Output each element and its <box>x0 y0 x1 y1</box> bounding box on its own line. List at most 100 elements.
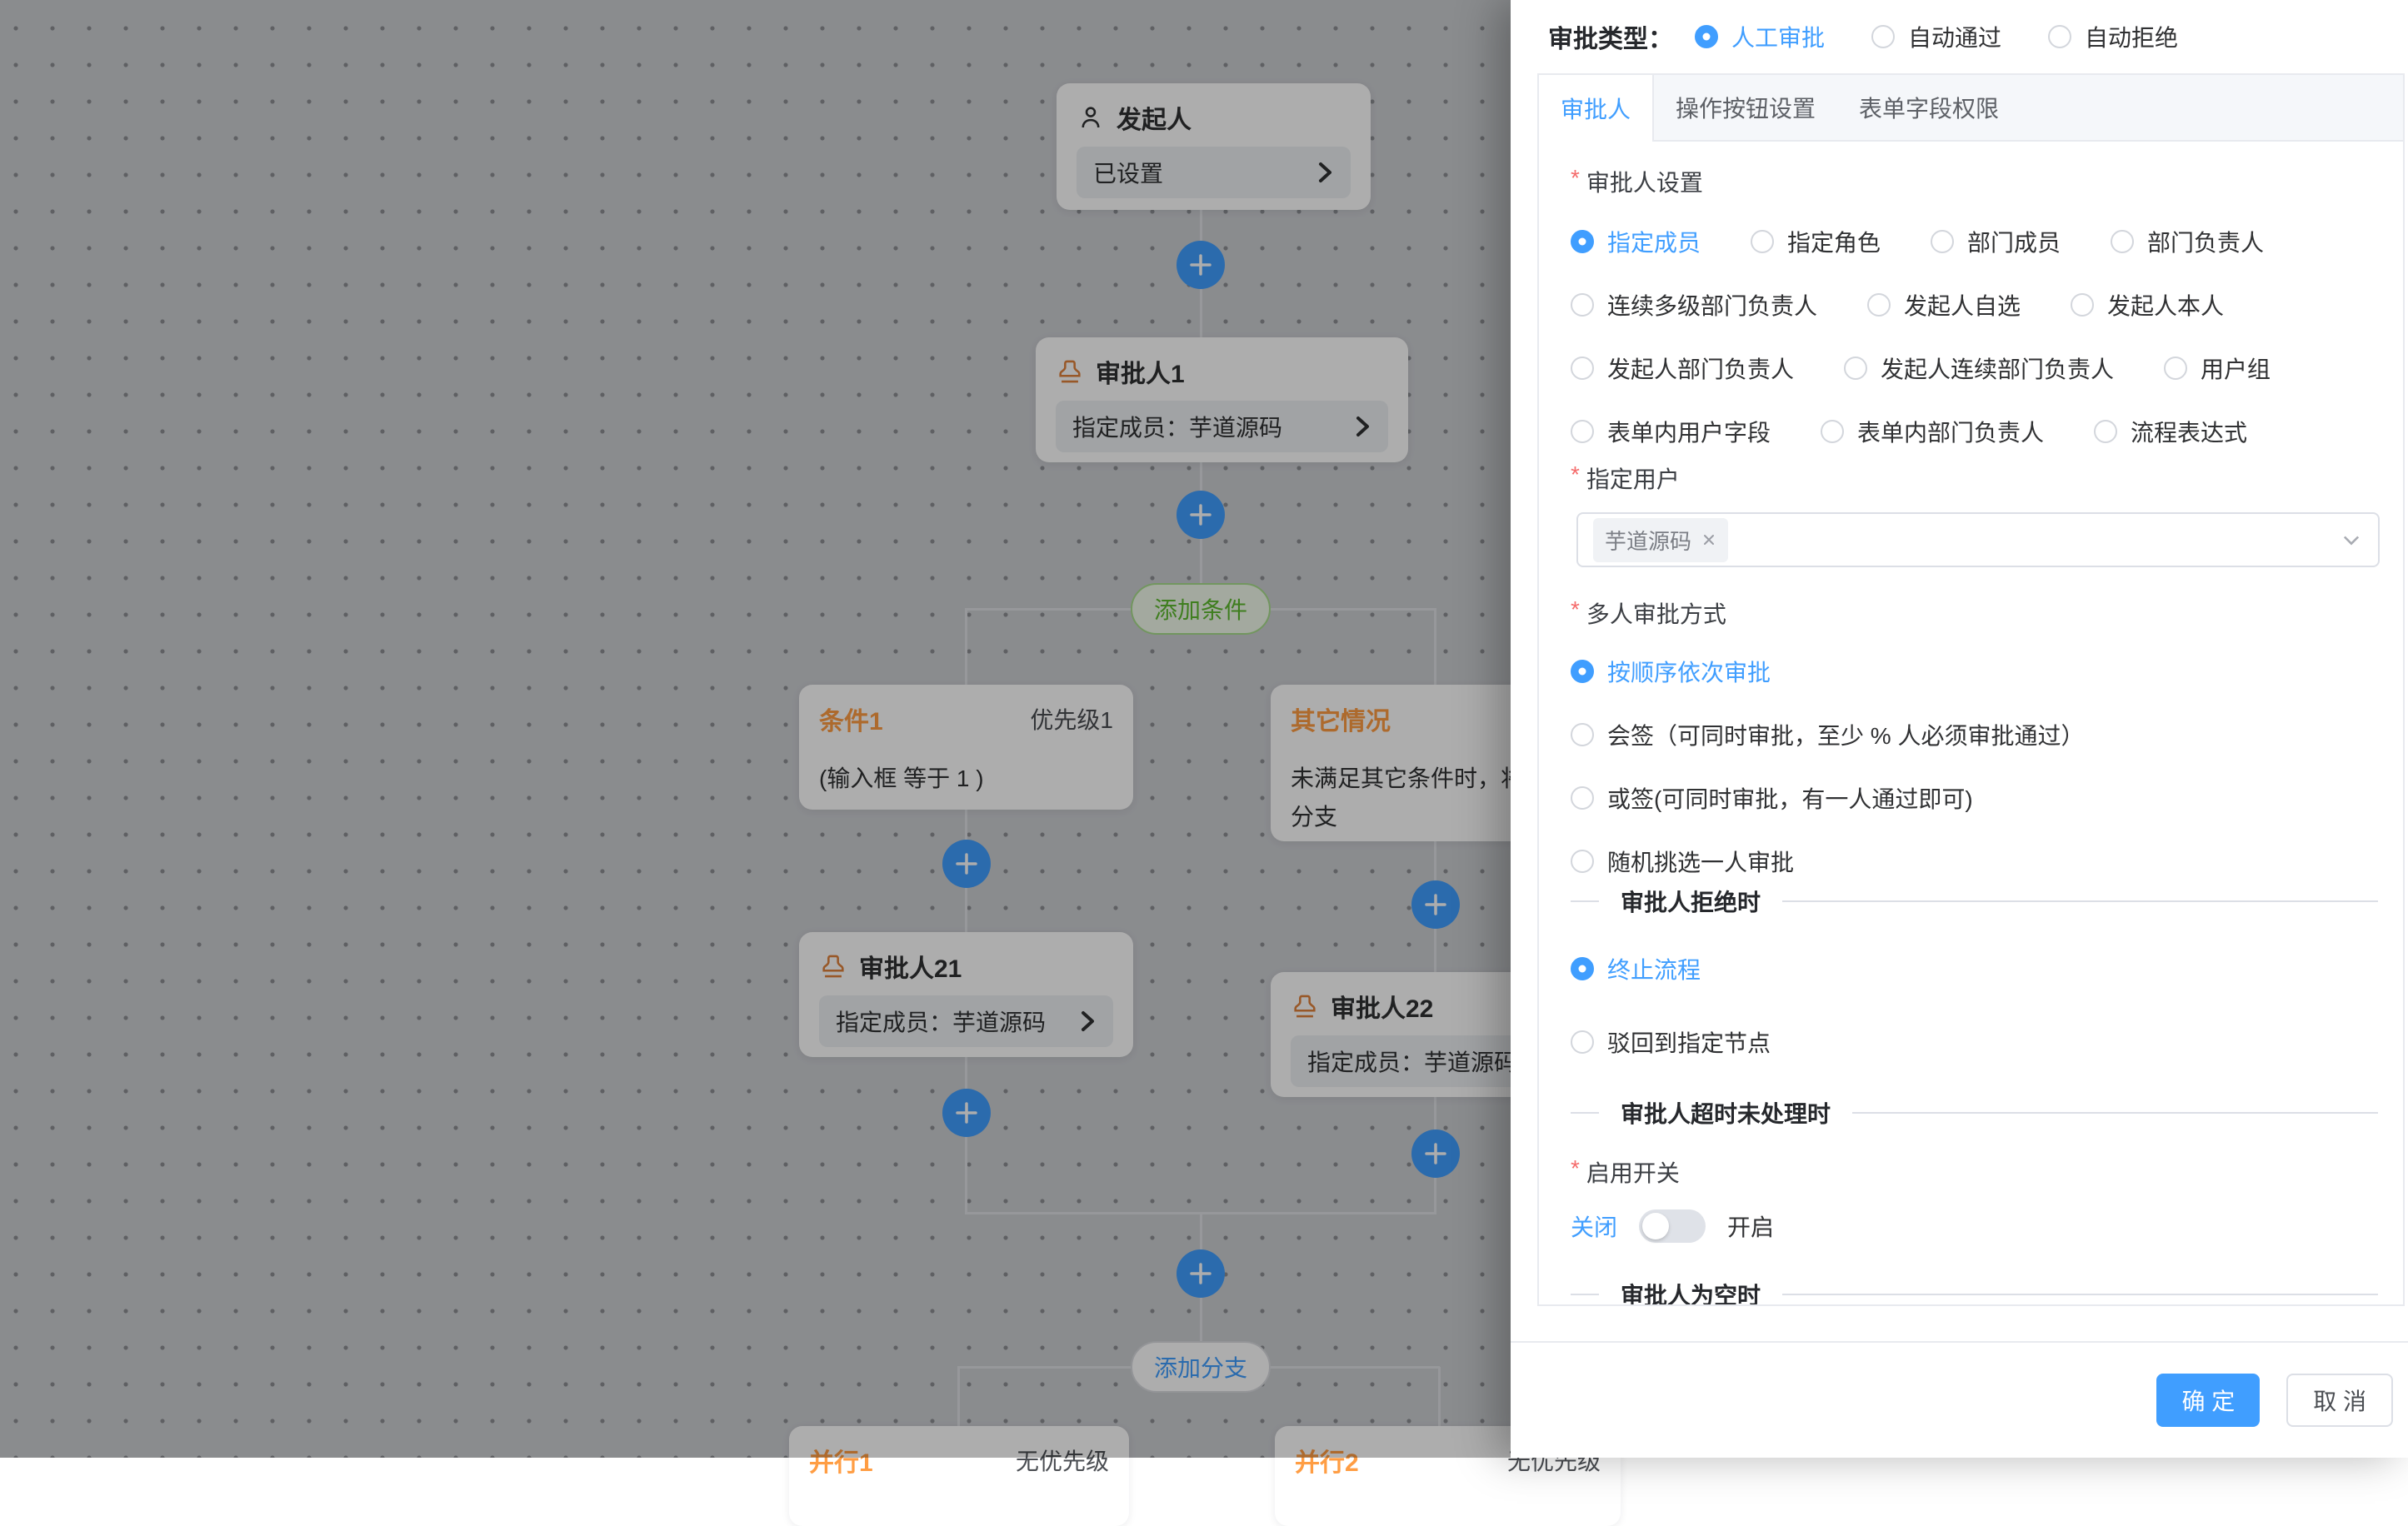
radio-label: 用户组 <box>2201 352 2271 385</box>
radio-option[interactable]: 人工审批 <box>1695 20 1825 53</box>
radio-label: 终止流程 <box>1607 952 1701 985</box>
radio-icon <box>1867 293 1891 317</box>
radio-option[interactable]: 表单内用户字段 <box>1571 415 1771 448</box>
radio-label: 发起人连续部门负责人 <box>1881 352 2114 385</box>
radio-label: 发起人本人 <box>2107 288 2224 322</box>
assign-user-label: * 指定用户 <box>1571 461 2378 495</box>
assign-user-select[interactable]: 芋道源码 <box>1576 512 2380 567</box>
radio-option[interactable]: 表单内部门负责人 <box>1821 415 2044 448</box>
radio-icon <box>1931 230 1954 253</box>
empty-section-title: 审批人为空时 <box>1621 1278 1761 1306</box>
radio-label: 部门负责人 <box>2147 225 2264 258</box>
radio-icon <box>1571 850 1594 873</box>
reject-section-title: 审批人拒绝时 <box>1621 885 1761 918</box>
radio-icon <box>1571 420 1594 443</box>
settings-tabs-container: 审批人操作按钮设置表单字段权限 * 审批人设置 指定成员 指定角色 部门成员 部门负责… <box>1537 73 2405 1306</box>
radio-icon <box>1571 357 1594 380</box>
required-asterisk: * <box>1571 1155 1580 1189</box>
timeout-toggle[interactable] <box>1639 1209 1706 1243</box>
radio-selected-icon <box>1571 957 1594 980</box>
tag-close-icon[interactable] <box>1701 532 1716 547</box>
radio-label: 指定角色 <box>1787 225 1881 258</box>
radio-label: 随机挑选一人审批 <box>1607 845 1794 878</box>
tab-审批人[interactable]: 审批人 <box>1539 75 1654 142</box>
required-asterisk: * <box>1571 165 1580 198</box>
radio-row: 指定成员 指定角色 部门成员 部门负责人 <box>1571 225 2378 258</box>
drawer-footer: 确 定 取 消 <box>1511 1341 2408 1458</box>
radio-option[interactable]: 发起人本人 <box>2071 288 2224 322</box>
selected-user-name: 芋道源码 <box>1605 525 1691 556</box>
radio-icon <box>2048 25 2071 48</box>
approver-setting-radio-rows: 指定成员 指定角色 部门成员 部门负责人连续多级部门负责人 发起人自选 发起人本人发起人部… <box>1571 225 2378 448</box>
cancel-button[interactable]: 取 消 <box>2286 1374 2393 1427</box>
selected-user-tag: 芋道源码 <box>1593 518 1728 562</box>
multi-mode-radio-group: 按顺序依次审批会签（可同时审批，至少 % 人必须审批通过） 或签(可同时审批，有一… <box>1571 655 2378 878</box>
enable-switch-label: * 启用开关 <box>1571 1155 2378 1189</box>
radio-option[interactable]: 自动通过 <box>1871 20 2001 53</box>
radio-row: 连续多级部门负责人 发起人自选 发起人本人 <box>1571 288 2378 322</box>
radio-icon <box>1571 293 1594 317</box>
radio-option[interactable]: 自动拒绝 <box>2048 20 2178 53</box>
radio-label: 连续多级部门负责人 <box>1607 288 1817 322</box>
approval-settings-drawer: 审批类型： 人工审批 自动通过 自动拒绝 审批人操作按钮设置表单字段权限 * 审批人… <box>1511 0 2408 1458</box>
radio-option[interactable]: 会签（可同时审批，至少 % 人必须审批通过） <box>1571 718 2378 751</box>
switch-on-label: 开启 <box>1727 1209 1774 1243</box>
radio-selected-icon <box>1571 660 1594 683</box>
radio-option[interactable]: 连续多级部门负责人 <box>1571 288 1817 322</box>
radio-option[interactable]: 发起人部门负责人 <box>1571 352 1794 385</box>
approval-type-radio-group: 人工审批 自动通过 自动拒绝 <box>1695 20 2178 53</box>
radio-row: 表单内用户字段 表单内部门负责人 流程表达式 <box>1571 415 2378 448</box>
radio-icon <box>1571 786 1594 810</box>
radio-icon <box>2164 357 2187 380</box>
radio-option[interactable]: 指定成员 <box>1571 225 1701 258</box>
radio-icon <box>1844 357 1867 380</box>
radio-label: 发起人部门负责人 <box>1607 352 1794 385</box>
radio-selected-icon <box>1695 25 1718 48</box>
radio-option[interactable]: 驳回到指定节点 <box>1571 1025 2378 1059</box>
radio-option[interactable]: 用户组 <box>2164 352 2271 385</box>
radio-label: 指定成员 <box>1607 225 1701 258</box>
tab-bar: 审批人操作按钮设置表单字段权限 <box>1539 75 2403 142</box>
radio-row: 发起人部门负责人 发起人连续部门负责人 用户组 <box>1571 352 2378 385</box>
radio-option[interactable]: 指定角色 <box>1751 225 1881 258</box>
tab-表单字段权限[interactable]: 表单字段权限 <box>1837 75 2021 140</box>
radio-option[interactable]: 按顺序依次审批 <box>1571 655 2378 688</box>
confirm-button[interactable]: 确 定 <box>2156 1374 2260 1427</box>
approval-type-row: 审批类型： 人工审批 自动通过 自动拒绝 <box>1548 0 2178 73</box>
required-asterisk: * <box>1571 461 1580 495</box>
radio-label: 会签（可同时审批，至少 % 人必须审批通过） <box>1607 718 2084 751</box>
tab-操作按钮设置[interactable]: 操作按钮设置 <box>1654 75 1837 140</box>
radio-option[interactable]: 部门成员 <box>1931 225 2061 258</box>
empty-section-divider: 审批人为空时 <box>1571 1278 2378 1306</box>
radio-icon <box>1871 25 1895 48</box>
reject-radio-group: 终止流程驳回到指定节点 <box>1571 952 2378 1059</box>
radio-option[interactable]: 随机挑选一人审批 <box>1571 845 2378 878</box>
radio-option[interactable]: 终止流程 <box>1571 952 2378 985</box>
timeout-switch-row: 关闭 开启 <box>1571 1209 2378 1243</box>
radio-label: 人工审批 <box>1731 20 1825 53</box>
radio-icon <box>1571 1030 1594 1054</box>
switch-off-label: 关闭 <box>1571 1209 1617 1243</box>
radio-label: 按顺序依次审批 <box>1607 655 1771 688</box>
radio-option[interactable]: 发起人连续部门负责人 <box>1844 352 2114 385</box>
radio-option[interactable]: 发起人自选 <box>1867 288 2021 322</box>
radio-label: 部门成员 <box>1967 225 2061 258</box>
radio-icon <box>1751 230 1774 253</box>
radio-icon <box>2071 293 2094 317</box>
radio-option[interactable]: 或签(可同时审批，有一人通过即可) <box>1571 781 2378 815</box>
radio-option[interactable]: 流程表达式 <box>2094 415 2247 448</box>
radio-icon <box>1571 723 1594 746</box>
multi-mode-label: * 多人审批方式 <box>1571 596 2378 630</box>
approver-setting-label: * 审批人设置 <box>1571 165 2378 198</box>
radio-label: 自动通过 <box>1908 20 2001 53</box>
radio-icon <box>1821 420 1844 443</box>
chevron-down-icon <box>2340 528 2363 551</box>
radio-label: 或签(可同时审批，有一人通过即可) <box>1607 781 1973 815</box>
timeout-section-divider: 审批人超时未处理时 <box>1571 1096 2378 1130</box>
radio-label: 表单内部门负责人 <box>1857 415 2044 448</box>
radio-label: 发起人自选 <box>1904 288 2021 322</box>
approval-type-label: 审批类型： <box>1548 18 1673 55</box>
radio-label: 流程表达式 <box>2131 415 2247 448</box>
timeout-section-title: 审批人超时未处理时 <box>1621 1096 1831 1130</box>
radio-option[interactable]: 部门负责人 <box>2111 225 2264 258</box>
